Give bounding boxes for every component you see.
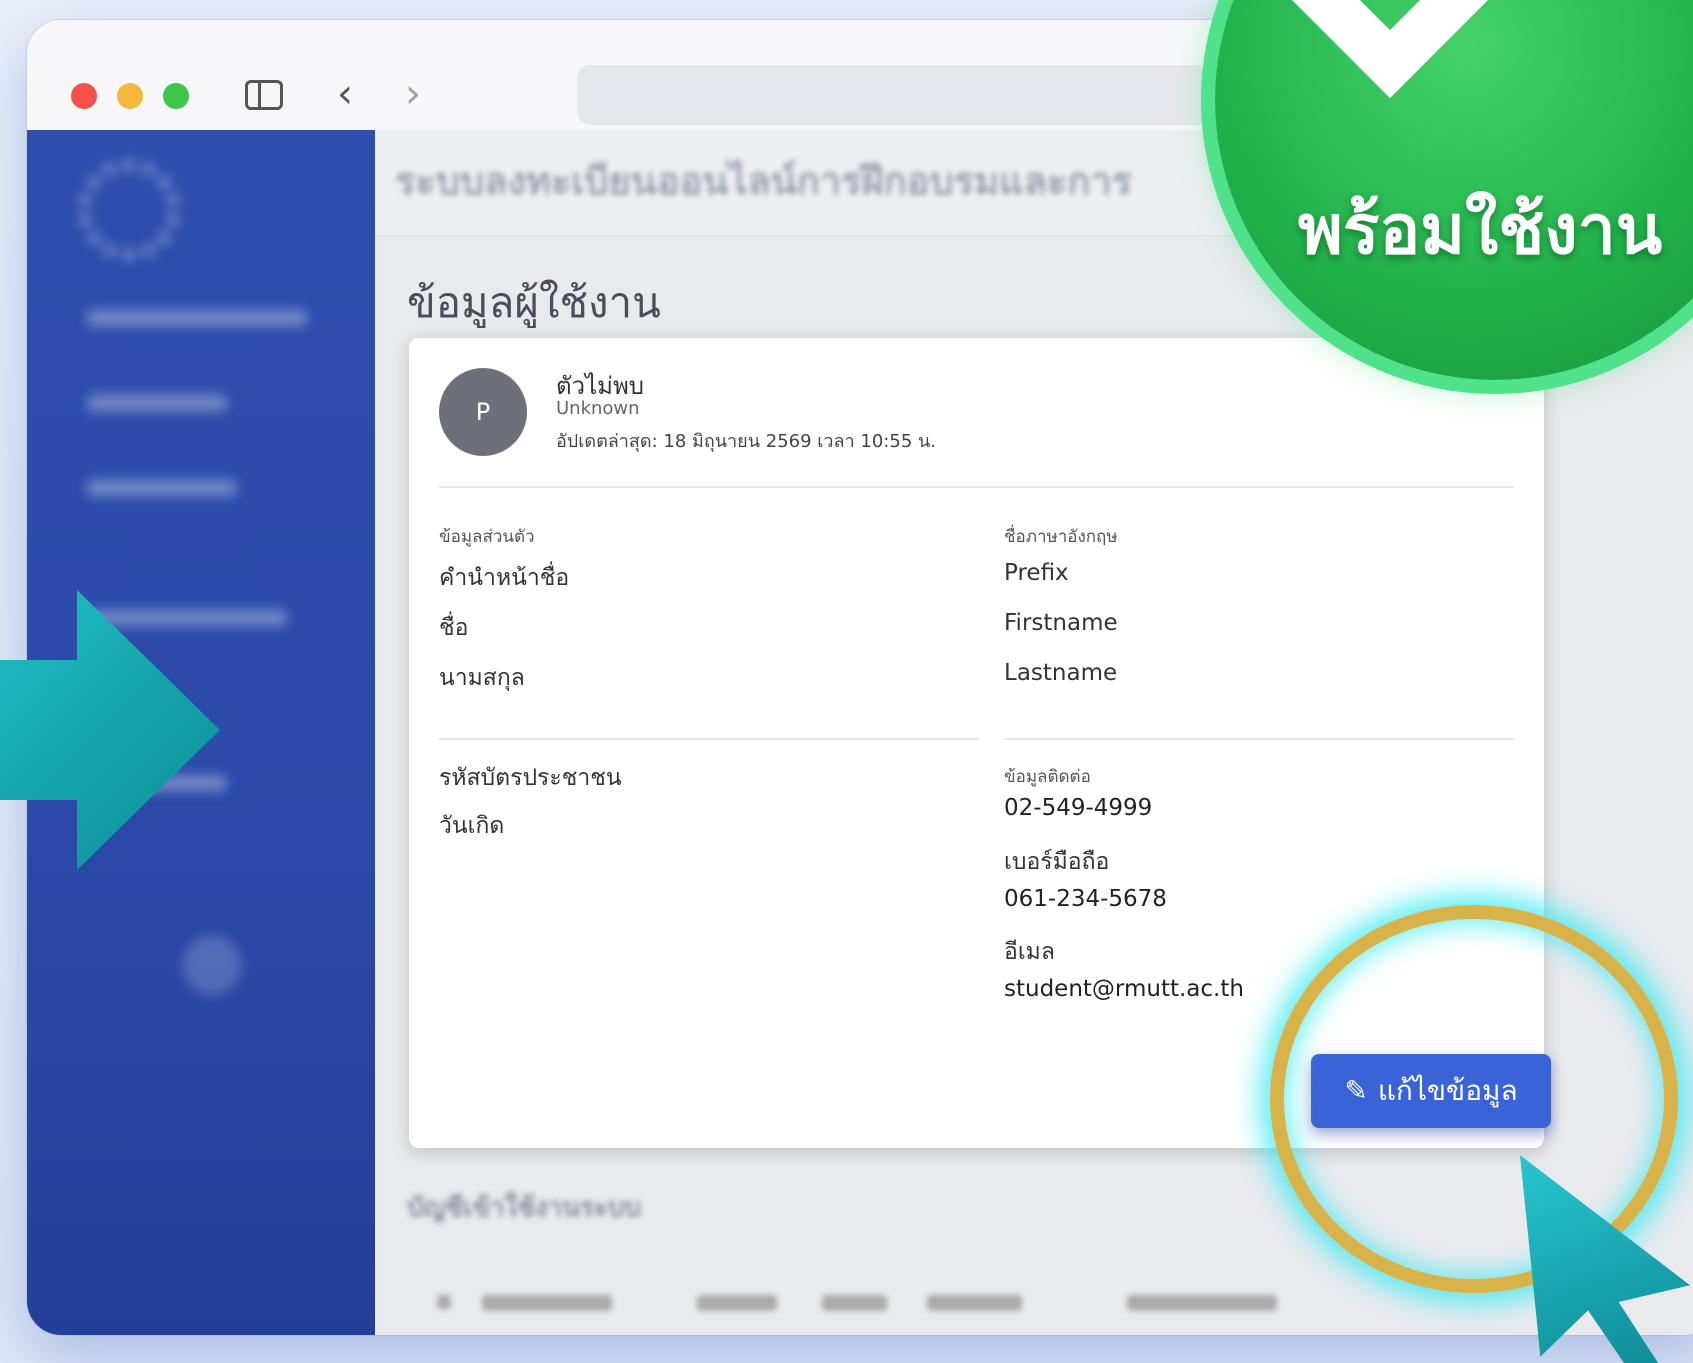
email-label: อีเมล xyxy=(1004,939,1055,965)
table-header-cell xyxy=(697,1295,777,1311)
table-header-cell xyxy=(822,1295,887,1311)
user-role: Unknown xyxy=(556,398,640,419)
back-arrow-icon[interactable]: ‹ xyxy=(337,72,353,116)
sidebar-item[interactable] xyxy=(87,310,307,326)
table-header-cell xyxy=(927,1295,1022,1311)
close-window-button[interactable] xyxy=(71,83,97,109)
table-header-cell xyxy=(1127,1295,1277,1311)
forward-arrow-icon[interactable]: › xyxy=(405,72,421,116)
avatar: P xyxy=(439,368,527,456)
english-lastname: Lastname xyxy=(1004,660,1118,686)
birthdate-label: วันเกิด xyxy=(439,813,505,839)
maximize-window-button[interactable] xyxy=(163,83,189,109)
ready-badge-text: พร้อมใช้งาน xyxy=(1298,191,1663,270)
sidebar-item[interactable] xyxy=(87,480,237,496)
personal-section-label: ข้อมูลส่วนตัว xyxy=(439,527,535,547)
mobile-label: เบอร์มือถือ xyxy=(1004,849,1110,875)
accounts-section-title: บัญชีเข้าใช้งานระบบ xyxy=(407,1193,641,1223)
divider xyxy=(1004,738,1514,740)
system-title: ระบบลงทะเบียนออนไลน์การฝึกอบรมและการ xyxy=(395,159,1133,203)
table-header-cell xyxy=(482,1295,612,1311)
sidebar-item[interactable] xyxy=(87,395,227,411)
sidebar-item[interactable] xyxy=(87,610,287,626)
table-header-cell xyxy=(437,1295,451,1309)
phone-value: 02-549-4999 xyxy=(1004,795,1153,821)
sidebar-collapse-button[interactable] xyxy=(182,935,242,995)
stage: ‹ › ระบบลงทะเบียนออนไลน์การฝึกอบรมและการ… xyxy=(0,0,1693,1363)
firstname-label: ชื่อ xyxy=(439,615,469,641)
mobile-value: 061-234-5678 xyxy=(1004,886,1167,912)
english-name-section-label: ชื่อภาษาอังกฤษ xyxy=(1004,527,1118,547)
email-value: student@rmutt.ac.th xyxy=(1004,976,1244,1002)
english-prefix: Prefix xyxy=(1004,560,1069,586)
sidebar-toggle-icon[interactable] xyxy=(245,80,283,110)
logo-gear-icon xyxy=(79,160,179,260)
id-card-label: รหัสบัตรประชาชน xyxy=(439,765,622,791)
english-firstname: Firstname xyxy=(1004,610,1118,636)
prefix-label: คำนำหน้าชื่อ xyxy=(439,565,570,591)
page-title: ข้อมูลผู้ใช้งาน xyxy=(407,278,661,327)
accounts-table-header xyxy=(407,1277,1542,1335)
divider xyxy=(439,486,1514,488)
minimize-window-button[interactable] xyxy=(117,83,143,109)
divider xyxy=(439,738,979,740)
last-updated: อัปเดตล่าสุด: 18 มิถุนายน 2569 เวลา 10:5… xyxy=(556,431,937,452)
lastname-label: นามสกุล xyxy=(439,665,525,691)
contact-section-label: ข้อมูลติดต่อ xyxy=(1004,767,1091,787)
